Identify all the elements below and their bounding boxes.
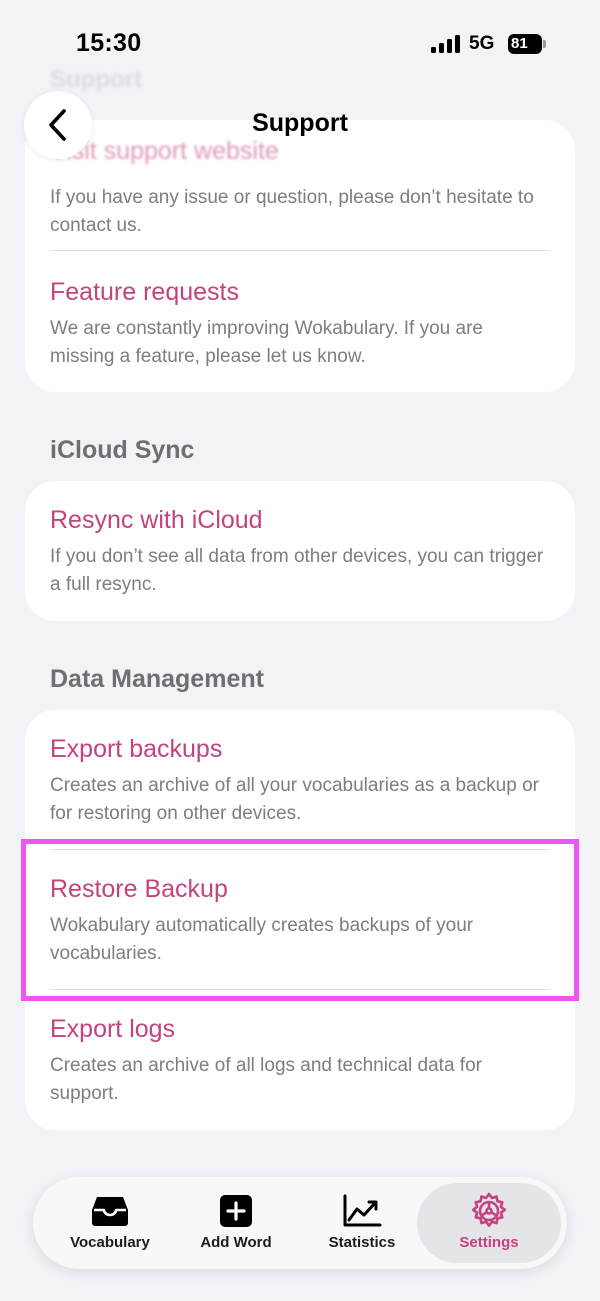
battery-level: 81 — [511, 35, 528, 52]
plus-square-icon — [220, 1195, 252, 1227]
export-backups-row[interactable]: Export backups Creates an archive of all… — [50, 734, 550, 828]
section-header-data: Data Management — [50, 665, 264, 693]
tab-vocabulary[interactable]: Vocabulary — [47, 1177, 173, 1269]
scrolled-section-header: Support — [50, 66, 142, 93]
row-description: Creates an archive of all your vocabular… — [50, 775, 539, 824]
signal-icon — [431, 35, 461, 53]
tab-bar: Vocabulary Add Word Statistics Settings — [33, 1177, 567, 1269]
highlight-box — [21, 839, 579, 1001]
tab-label: Settings — [459, 1234, 519, 1251]
section-header-icloud: iCloud Sync — [50, 436, 195, 464]
row-title: Export backups — [50, 735, 223, 763]
tab-label: Vocabulary — [70, 1234, 150, 1251]
row-title: Visit support website — [50, 137, 279, 165]
resync-icloud-row[interactable]: Resync with iCloud If you don’t see all … — [50, 505, 550, 599]
row-title: Resync with iCloud — [50, 506, 263, 534]
tray-icon — [92, 1197, 128, 1226]
tab-label: Add Word — [200, 1234, 272, 1251]
row-description: If you don’t see all data from other dev… — [50, 546, 544, 595]
tab-statistics[interactable]: Statistics — [299, 1177, 425, 1269]
status-time: 15:30 — [76, 29, 142, 57]
row-description: Creates an archive of all logs and techn… — [50, 1055, 482, 1104]
export-logs-row[interactable]: Export logs Creates an archive of all lo… — [50, 1014, 550, 1108]
row-title: Export logs — [50, 1015, 176, 1043]
chart-icon — [343, 1194, 382, 1227]
gear-icon — [471, 1192, 507, 1227]
divider — [50, 250, 550, 251]
visit-support-row[interactable]: Visit support website If you have any is… — [50, 136, 550, 240]
tab-settings[interactable]: Settings — [417, 1183, 561, 1263]
row-description: We are constantly improving Wokabulary. … — [50, 318, 483, 367]
battery-tip — [543, 40, 546, 48]
icloud-card: Resync with iCloud If you don’t see all … — [25, 481, 575, 621]
row-description: If you have any issue or question, pleas… — [50, 187, 534, 236]
tab-label: Statistics — [328, 1234, 396, 1251]
support-card: Visit support website If you have any is… — [25, 120, 575, 392]
network-label: 5G — [469, 33, 495, 54]
tab-add-word[interactable]: Add Word — [173, 1177, 299, 1269]
feature-requests-row[interactable]: Feature requests We are constantly impro… — [50, 277, 550, 371]
battery-icon: 81 — [508, 34, 542, 54]
page-title: Support — [252, 109, 348, 137]
row-title: Feature requests — [50, 278, 239, 306]
